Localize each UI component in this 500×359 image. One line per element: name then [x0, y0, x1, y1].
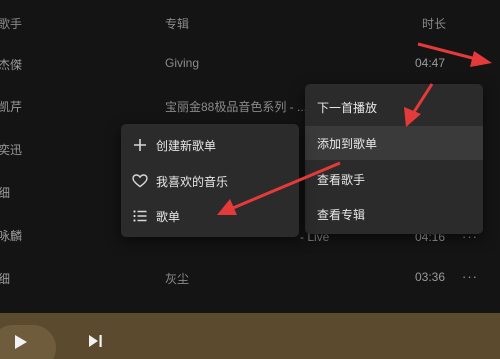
player-bar [0, 313, 500, 359]
heart-icon [131, 172, 149, 190]
row-duration: 03:36 [415, 270, 446, 284]
menu-item-label: 歌单 [156, 209, 181, 224]
list-icon [131, 207, 149, 225]
menu-item-playlists[interactable]: 歌单 [121, 199, 299, 233]
more-options-button[interactable]: ··· [462, 269, 478, 284]
row-album[interactable]: 宝丽金88极品音色系列 - ... [165, 98, 307, 115]
row-artist[interactable]: 汪杰傑 [0, 56, 22, 73]
menu-item-label: 查看歌手 [317, 172, 366, 187]
menu-item-label: 创建新歌单 [156, 138, 217, 153]
row-artist[interactable]: 刘细 [0, 184, 10, 201]
row-artist[interactable]: 黄咏麟 [0, 227, 22, 244]
row-album[interactable]: Giving [165, 56, 199, 70]
menu-item-label: 查看专辑 [317, 207, 366, 222]
menu-item-label: 我喜欢的音乐 [156, 174, 229, 189]
menu-item-view-album[interactable]: 查看专辑 [305, 197, 483, 231]
row-artist[interactable]: 蔡凯芹 [0, 98, 22, 115]
table-row[interactable]: 刘细 灰尘 03:36 ··· [0, 269, 500, 313]
row-album[interactable]: 灰尘 [165, 270, 189, 287]
column-header-duration: 时长 [422, 17, 447, 31]
play-icon [14, 334, 28, 355]
menu-item-play-next[interactable]: 下一首播放 [305, 90, 483, 124]
row-duration: 04:47 [415, 56, 446, 70]
menu-item-liked-music[interactable]: 我喜欢的音乐 [121, 164, 299, 198]
menu-item-label: 下一首播放 [317, 100, 378, 115]
row-artist[interactable]: 刘细 [0, 270, 10, 287]
menu-item-view-artist[interactable]: 查看歌手 [305, 162, 483, 196]
plus-icon [131, 136, 149, 154]
context-menu: 下一首播放 添加到歌单 查看歌手 查看专辑 [305, 84, 483, 234]
column-header-artist: 歌手 [0, 17, 23, 31]
menu-item-label: 添加到歌单 [317, 136, 378, 151]
row-artist[interactable]: 陈奕迅 [0, 141, 22, 158]
play-button[interactable] [0, 325, 56, 359]
column-header-album: 专辑 [165, 17, 190, 31]
add-to-playlist-submenu: 创建新歌单 我喜欢的音乐 歌单 [121, 124, 299, 237]
menu-item-add-to-playlist[interactable]: 添加到歌单 [305, 126, 483, 160]
menu-item-create-playlist[interactable]: 创建新歌单 [121, 128, 299, 162]
next-track-icon[interactable] [88, 334, 103, 353]
